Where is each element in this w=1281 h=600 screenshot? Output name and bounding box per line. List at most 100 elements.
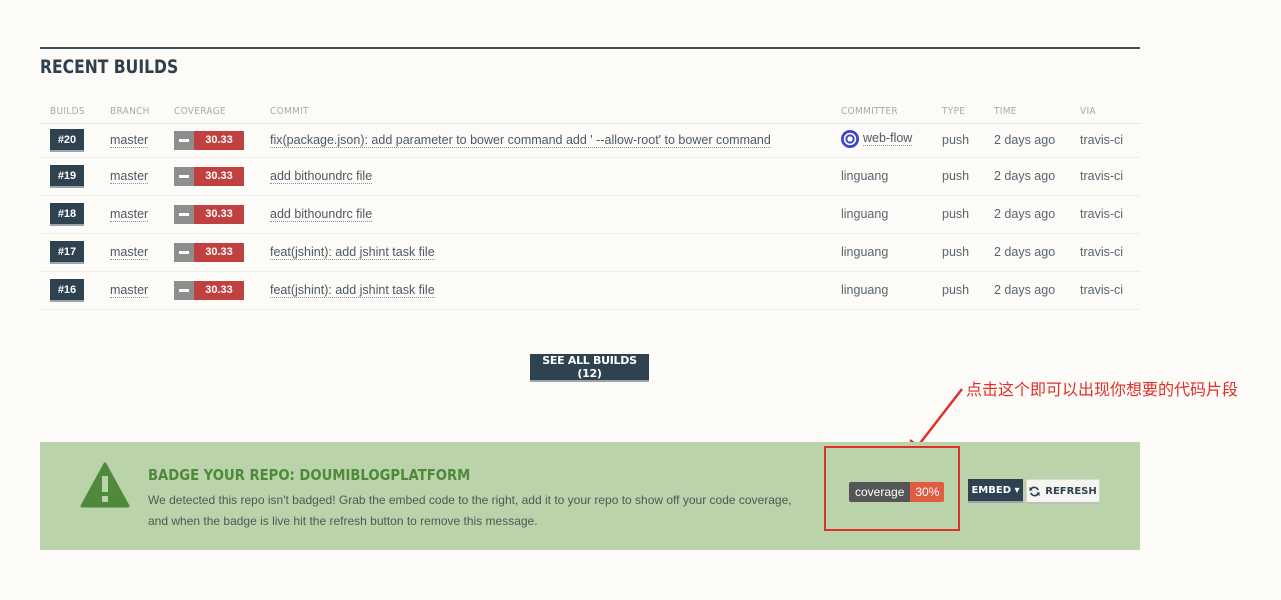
coverage-value: 30.33 — [194, 280, 244, 300]
committer-cell: web-flow — [831, 123, 932, 158]
committer-name[interactable]: web-flow — [863, 131, 913, 146]
column-header: BRANCH — [100, 101, 164, 124]
build-cell: #18 — [40, 195, 100, 234]
build-number[interactable]: #18 — [50, 202, 84, 226]
coverage-value: 30.33 — [194, 204, 244, 224]
via-cell: travis-ci — [1070, 271, 1140, 310]
via-cell: travis-ci — [1070, 195, 1140, 234]
committer-cell: linguang — [831, 233, 932, 272]
refresh-label: REFRESH — [1045, 485, 1097, 497]
via-cell: travis-ci — [1070, 233, 1140, 272]
coverage-cell: 30.33 — [164, 233, 260, 272]
branch-link[interactable]: master — [110, 169, 149, 184]
coverage-indicator: 30.33 — [174, 204, 244, 224]
branch-link[interactable]: master — [110, 283, 149, 298]
committer-cell: linguang — [831, 157, 932, 196]
coverage-cell: 30.33 — [164, 123, 260, 158]
type-cell: push — [932, 271, 984, 310]
table-row: #19 master 30.33 add bithoundrc file lin… — [40, 157, 1140, 196]
commit-link[interactable]: feat(jshint): add jshint task file — [270, 283, 435, 298]
minus-icon — [174, 280, 194, 300]
via-cell: travis-ci — [1070, 157, 1140, 196]
table-row: #18 master 30.33 add bithoundrc file lin… — [40, 195, 1140, 234]
coverage-indicator: 30.33 — [174, 130, 244, 150]
branch-link[interactable]: master — [110, 133, 149, 148]
table-row: #17 master 30.33 feat(jshint): add jshin… — [40, 233, 1140, 272]
branch-link[interactable]: master — [110, 245, 149, 260]
build-cell: #16 — [40, 271, 100, 310]
badge-description-line: and when the badge is live hit the refre… — [148, 514, 538, 528]
embed-button[interactable]: EMBED ▾ — [968, 479, 1023, 503]
build-number[interactable]: #16 — [50, 278, 84, 302]
commit-link[interactable]: fix(package.json): add parameter to bowe… — [270, 133, 771, 148]
coverage-badge-value: 30% — [910, 482, 945, 502]
commit-link[interactable]: add bithoundrc file — [270, 169, 373, 184]
branch-cell: master — [100, 157, 164, 196]
branch-cell: master — [100, 123, 164, 158]
commit-cell: fix(package.json): add parameter to bowe… — [260, 123, 831, 158]
commit-cell: feat(jshint): add jshint task file — [260, 271, 831, 310]
column-header: TYPE — [932, 101, 984, 124]
badge-description: We detected this repo isn't badged! Grab… — [148, 490, 828, 532]
coverage-value: 30.33 — [194, 130, 244, 150]
table-row: #16 master 30.33 feat(jshint): add jshin… — [40, 271, 1140, 310]
column-header: VIA — [1070, 101, 1140, 124]
time-cell: 2 days ago — [984, 195, 1070, 234]
committer-name: linguang — [841, 169, 889, 183]
section-divider — [40, 47, 1140, 49]
warning-icon — [80, 462, 130, 508]
time-cell: 2 days ago — [984, 233, 1070, 272]
coverage-badge-label: coverage — [849, 482, 911, 502]
refresh-button[interactable]: REFRESH — [1026, 479, 1100, 504]
committer-name: linguang — [841, 245, 889, 259]
time-cell: 2 days ago — [984, 271, 1070, 310]
committer[interactable]: web-flow — [841, 129, 913, 148]
column-header: COMMIT — [260, 101, 831, 124]
annotation-text: 点击这个即可以出现你想要的代码片段 — [966, 380, 1239, 399]
branch-cell: master — [100, 233, 164, 272]
builds-table: BUILDS BRANCH COVERAGE COMMIT COMMITTER … — [40, 101, 1140, 310]
build-number[interactable]: #20 — [50, 128, 84, 152]
badge-description-line: We detected this repo isn't badged! Grab… — [148, 493, 792, 507]
column-header: TIME — [984, 101, 1070, 124]
coverage-value: 30.33 — [194, 166, 244, 186]
coverage-indicator: 30.33 — [174, 280, 244, 300]
commit-link[interactable]: feat(jshint): add jshint task file — [270, 245, 435, 260]
coverage-cell: 30.33 — [164, 195, 260, 234]
refresh-icon — [1029, 486, 1040, 496]
committer-name: linguang — [841, 283, 889, 297]
section-title: RECENT BUILDS — [40, 56, 179, 78]
committer-cell: linguang — [831, 271, 932, 310]
via-cell: travis-ci — [1070, 123, 1140, 158]
column-header: BUILDS — [40, 101, 100, 124]
build-cell: #19 — [40, 157, 100, 196]
build-cell: #17 — [40, 233, 100, 272]
branch-link[interactable]: master — [110, 207, 149, 222]
avatar — [841, 129, 859, 148]
table-row: #20 master 30.33 fix(package.json): add … — [40, 123, 1140, 158]
commit-link[interactable]: add bithoundrc file — [270, 207, 373, 222]
coverage-indicator: 30.33 — [174, 166, 244, 186]
build-number[interactable]: #19 — [50, 164, 84, 188]
committer-cell: linguang — [831, 195, 932, 234]
type-cell: push — [932, 157, 984, 196]
build-number[interactable]: #17 — [50, 240, 84, 264]
commit-cell: feat(jshint): add jshint task file — [260, 233, 831, 272]
time-cell: 2 days ago — [984, 157, 1070, 196]
column-header: COMMITTER — [831, 101, 932, 124]
badge-title: BADGE YOUR REPO: DOUMIBLOGPLATFORM — [148, 466, 471, 484]
type-cell: push — [932, 123, 984, 158]
time-cell: 2 days ago — [984, 123, 1070, 158]
coverage-badge[interactable]: coverage 30% — [849, 482, 945, 502]
branch-cell: master — [100, 195, 164, 234]
type-cell: push — [932, 195, 984, 234]
branch-cell: master — [100, 271, 164, 310]
coverage-value: 30.33 — [194, 242, 244, 262]
see-all-builds-button[interactable]: SEE ALL BUILDS (12) — [530, 354, 649, 382]
minus-icon — [174, 130, 194, 150]
committer-name: linguang — [841, 207, 889, 221]
table-header-row: BUILDS BRANCH COVERAGE COMMIT COMMITTER … — [40, 101, 1140, 124]
coverage-cell: 30.33 — [164, 157, 260, 196]
build-cell: #20 — [40, 123, 100, 158]
column-header: COVERAGE — [164, 101, 260, 124]
